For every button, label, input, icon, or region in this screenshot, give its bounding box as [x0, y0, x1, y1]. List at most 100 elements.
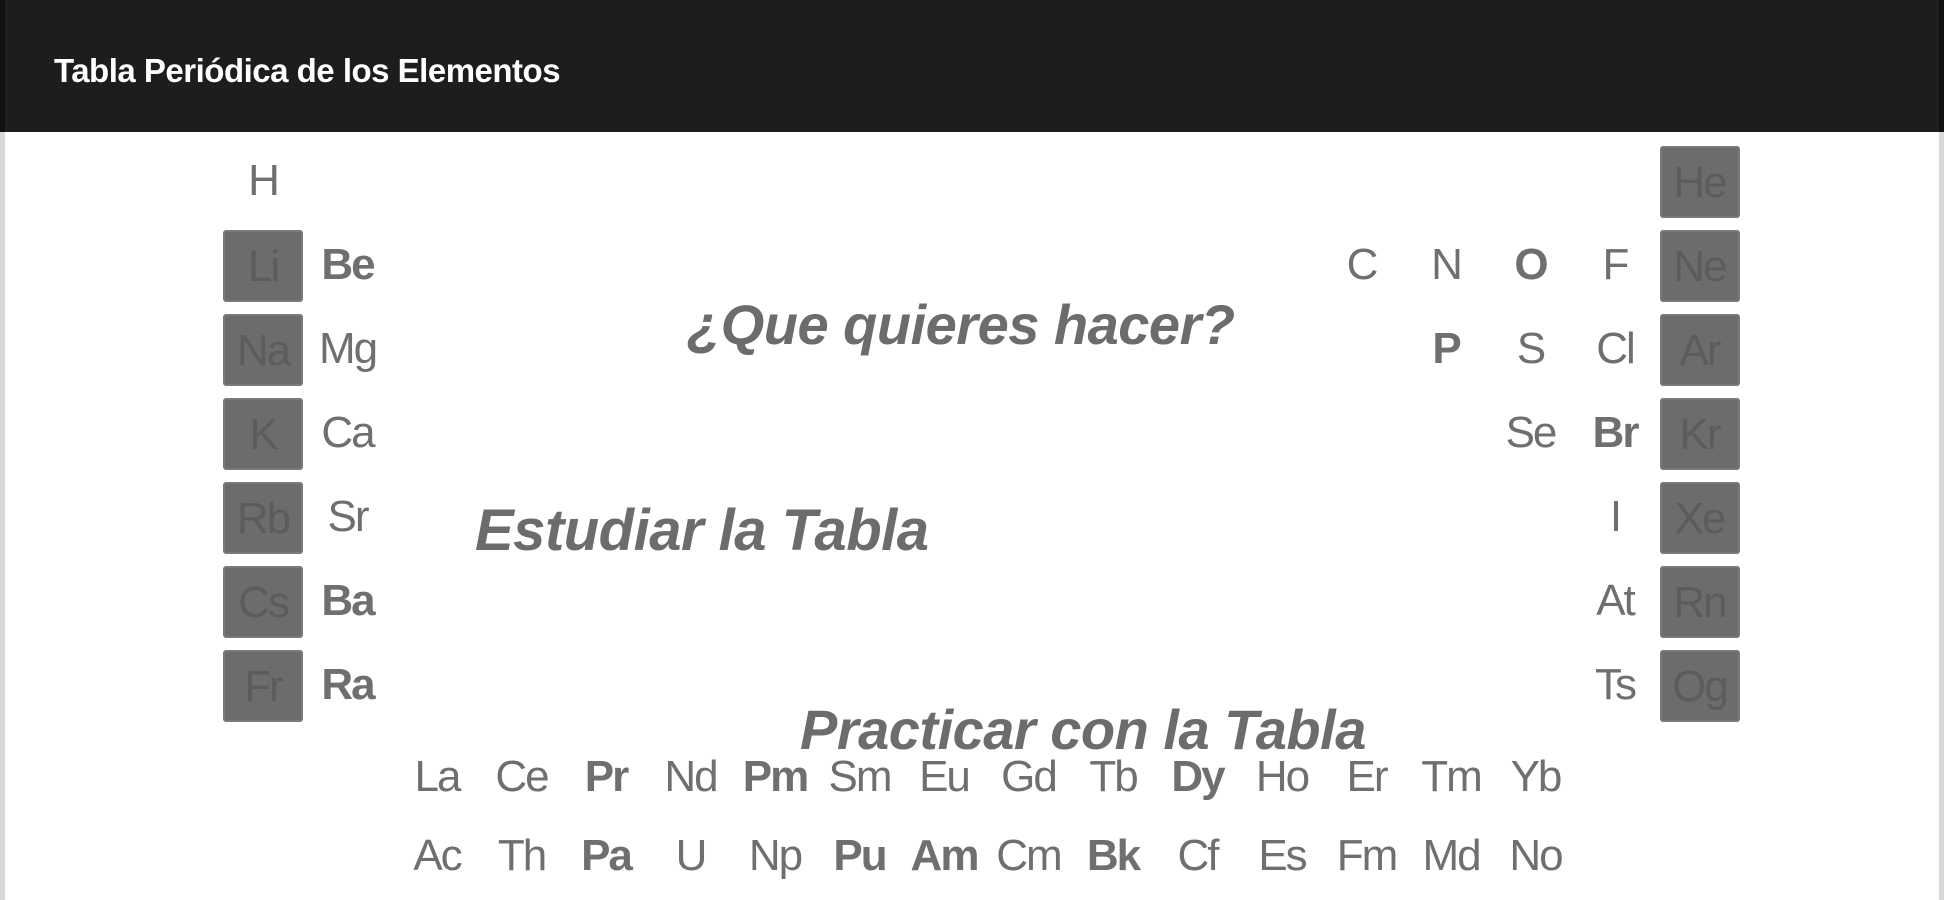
- element-symbol: Na: [236, 326, 291, 375]
- element-symbol: Se: [1505, 408, 1558, 457]
- element-symbol: Ar: [1679, 326, 1722, 375]
- element-symbol: Rn: [1673, 578, 1727, 627]
- element-tile-pr: Pr: [566, 742, 646, 814]
- element-tile-ts: Ts: [1575, 650, 1655, 722]
- element-symbol: Cl: [1596, 324, 1636, 373]
- element-tile-o: O: [1491, 230, 1571, 302]
- app-title: Tabla Periódica de los Elementos: [54, 52, 561, 89]
- element-symbol: At: [1596, 576, 1636, 625]
- element-symbol: Bk: [1086, 831, 1141, 880]
- question-heading: ¿Que quieres hacer?: [687, 293, 1235, 356]
- element-tile-pa: Pa: [566, 821, 646, 893]
- element-symbol: Li: [247, 242, 280, 291]
- element-symbol: Es: [1258, 831, 1307, 880]
- element-tile-ce: Ce: [482, 742, 562, 814]
- element-symbol: Pu: [833, 831, 887, 880]
- app-bar: Tabla Periódica de los Elementos: [0, 0, 1944, 132]
- practice-table-button[interactable]: Practicar con la Tabla: [800, 697, 1366, 762]
- element-tile-xe: Xe: [1659, 482, 1740, 554]
- element-tile-br: Br: [1575, 398, 1655, 470]
- element-tile-og: Og: [1659, 650, 1740, 722]
- element-tile-cl: Cl: [1575, 314, 1655, 386]
- element-symbol: Pr: [584, 752, 629, 801]
- element-symbol: U: [675, 831, 708, 880]
- element-symbol: Ne: [1673, 242, 1727, 291]
- element-symbol: Sr: [327, 492, 370, 541]
- element-tile-kr: Kr: [1659, 398, 1740, 470]
- main-content: H He Li Be C N O F Ne Na Mg P S Cl Ar K Ca Se Br Kr Rb Sr I Xe C…: [0, 132, 1944, 900]
- element-tile-li: Li: [223, 230, 303, 302]
- element-tile-no: No: [1496, 821, 1576, 893]
- element-symbol: Be: [321, 240, 375, 289]
- element-tile-he: He: [1659, 146, 1740, 218]
- element-symbol: P: [1432, 324, 1461, 373]
- element-tile-nd: Nd: [651, 742, 731, 814]
- element-symbol: Rb: [236, 494, 291, 543]
- element-tile-ac: Ac: [397, 821, 477, 893]
- element-symbol: Kr: [1679, 410, 1722, 459]
- element-symbol: Tm: [1421, 752, 1483, 801]
- element-tile-tm: Tm: [1411, 742, 1491, 814]
- element-symbol: Mg: [318, 324, 378, 373]
- element-tile-sr: Sr: [308, 482, 388, 554]
- element-symbol: Fm: [1336, 831, 1399, 880]
- element-tile-la: La: [397, 742, 477, 814]
- element-tile-rb: Rb: [223, 482, 303, 554]
- element-tile-cs: Cs: [223, 566, 303, 638]
- element-symbol: Yb: [1510, 752, 1563, 801]
- element-tile-at: At: [1575, 566, 1655, 638]
- element-symbol: Th: [497, 831, 547, 880]
- element-symbol: Xe: [1674, 494, 1727, 543]
- element-symbol: S: [1516, 324, 1546, 373]
- element-tile-na: Na: [223, 314, 303, 386]
- element-tile-ne: Ne: [1659, 230, 1740, 302]
- element-symbol: H: [248, 156, 280, 205]
- element-symbol: Np: [748, 831, 803, 880]
- element-tile-ar: Ar: [1659, 314, 1740, 386]
- element-tile-es: Es: [1242, 821, 1322, 893]
- element-symbol: La: [414, 752, 462, 801]
- element-symbol: Cs: [238, 578, 290, 627]
- element-tile-am: Am: [904, 821, 984, 893]
- element-tile-f: F: [1575, 230, 1655, 302]
- element-tile-p: P: [1406, 314, 1486, 386]
- element-symbol: I: [1609, 492, 1622, 541]
- element-symbol: Br: [1592, 408, 1640, 457]
- element-tile-cm: Cm: [989, 821, 1069, 893]
- element-tile-s: S: [1491, 314, 1571, 386]
- element-tile-md: Md: [1411, 821, 1491, 893]
- element-tile-ra: Ra: [308, 650, 388, 722]
- element-tile-mg: Mg: [308, 314, 388, 386]
- element-tile-ca: Ca: [308, 398, 388, 470]
- element-symbol: Cm: [996, 831, 1062, 880]
- element-tile-fm: Fm: [1327, 821, 1407, 893]
- element-tile-u: U: [651, 821, 731, 893]
- element-symbol: No: [1509, 831, 1563, 880]
- element-tile-be: Be: [308, 230, 388, 302]
- element-symbol: Fr: [244, 662, 284, 711]
- element-symbol: Og: [1672, 662, 1729, 711]
- element-symbol: Md: [1422, 831, 1481, 880]
- element-symbol: Ts: [1595, 660, 1637, 709]
- study-table-button[interactable]: Estudiar la Tabla: [475, 497, 929, 564]
- element-symbol: Ca: [321, 408, 375, 457]
- element-tile-np: Np: [735, 821, 815, 893]
- element-tile-se: Se: [1491, 398, 1571, 470]
- element-symbol: He: [1673, 158, 1727, 207]
- element-symbol: Am: [910, 831, 980, 880]
- element-symbol: Cf: [1177, 831, 1220, 880]
- element-symbol: O: [1514, 240, 1548, 289]
- element-symbol: Ac: [413, 831, 462, 880]
- element-tile-c: C: [1322, 230, 1402, 302]
- element-symbol: Pa: [581, 831, 633, 880]
- element-symbol: N: [1431, 240, 1463, 289]
- element-tile-yb: Yb: [1496, 742, 1576, 814]
- element-tile-th: Th: [482, 821, 562, 893]
- element-symbol: C: [1346, 240, 1379, 289]
- element-tile-pu: Pu: [820, 821, 900, 893]
- element-symbol: Nd: [664, 752, 718, 801]
- element-symbol: F: [1602, 240, 1630, 289]
- element-tile-h: H: [223, 146, 303, 218]
- element-tile-n: N: [1406, 230, 1486, 302]
- element-symbol: Ra: [321, 660, 375, 709]
